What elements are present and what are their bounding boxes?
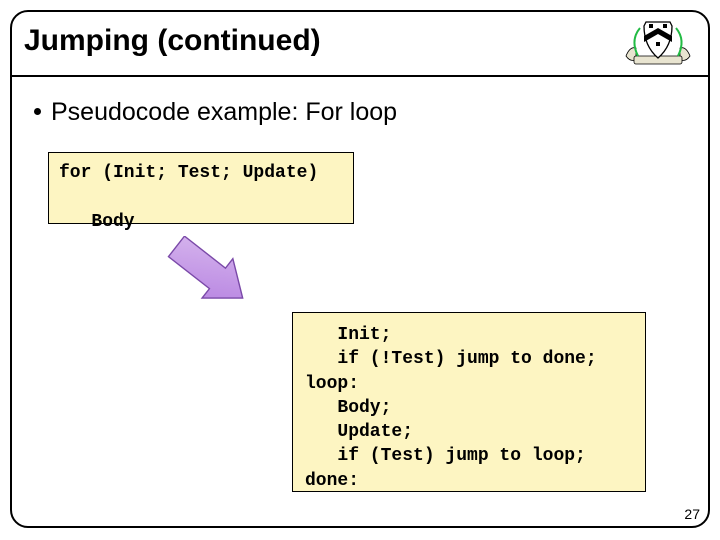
bullet-text: Pseudocode example: For loop	[51, 98, 397, 126]
code-box-expanded: Init; if (!Test) jump to done; loop: Bod…	[292, 312, 646, 492]
slide-title: Jumping (continued)	[24, 24, 321, 58]
code-box-source: for (Init; Test; Update) Body	[48, 152, 354, 224]
title-area: Jumping (continued)	[12, 12, 708, 82]
page-number: 27	[684, 506, 700, 522]
bullet-dot-icon	[34, 108, 41, 115]
slide-frame: Jumping (continued) Pseu	[10, 10, 710, 528]
arrow-down-icon	[148, 236, 268, 306]
bullet-line: Pseudocode example: For loop	[34, 98, 397, 127]
crest-icon	[622, 16, 694, 72]
title-underline	[12, 75, 708, 77]
